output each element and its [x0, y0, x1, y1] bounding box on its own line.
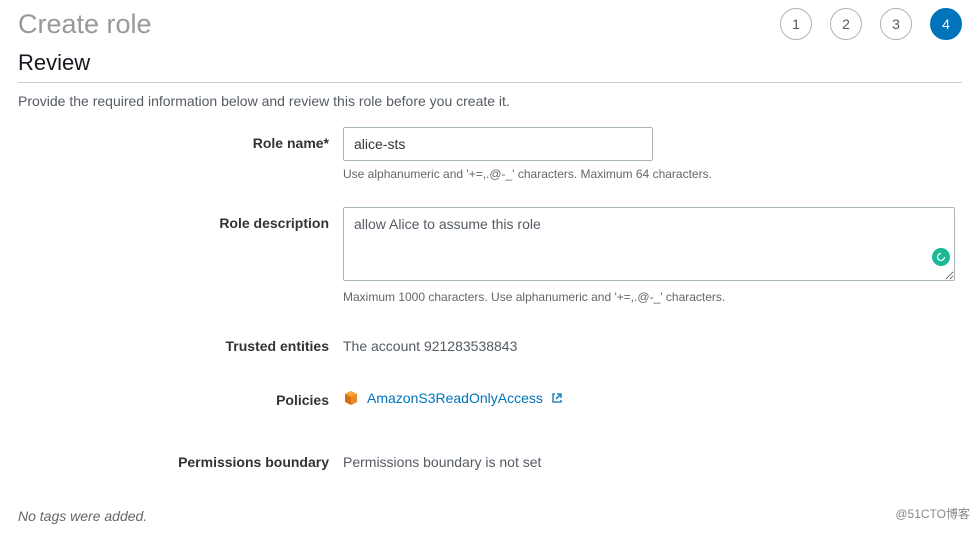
assist-badge-icon[interactable]	[932, 248, 950, 266]
section-description: Provide the required information below a…	[18, 93, 962, 109]
step-1[interactable]: 1	[780, 8, 812, 40]
step-3[interactable]: 3	[880, 8, 912, 40]
policy-link[interactable]: AmazonS3ReadOnlyAccess	[367, 390, 563, 406]
role-description-label: Role description	[18, 207, 343, 231]
tags-footer-text: No tags were added.	[18, 508, 147, 524]
trusted-entities-label: Trusted entities	[18, 330, 343, 354]
permissions-boundary-label: Permissions boundary	[18, 446, 343, 470]
role-description-textarea[interactable]	[343, 207, 955, 281]
role-description-help: Maximum 1000 characters. Use alphanumeri…	[343, 290, 962, 304]
policy-link-text: AmazonS3ReadOnlyAccess	[367, 390, 543, 406]
step-2[interactable]: 2	[830, 8, 862, 40]
section-title: Review	[18, 50, 962, 83]
role-name-help: Use alphanumeric and '+=,.@-_' character…	[343, 167, 962, 181]
permissions-boundary-value: Permissions boundary is not set	[343, 446, 962, 470]
trusted-entities-value: The account 921283538843	[343, 330, 962, 354]
box-icon	[343, 390, 359, 406]
policies-label: Policies	[18, 384, 343, 408]
wizard-steps: 1 2 3 4	[780, 8, 962, 40]
role-name-label: Role name*	[18, 127, 343, 151]
watermark-text: @51CTO博客	[895, 505, 970, 522]
external-link-icon	[551, 391, 563, 403]
page-title: Create role	[18, 9, 152, 40]
step-4[interactable]: 4	[930, 8, 962, 40]
role-name-input[interactable]	[343, 127, 653, 161]
